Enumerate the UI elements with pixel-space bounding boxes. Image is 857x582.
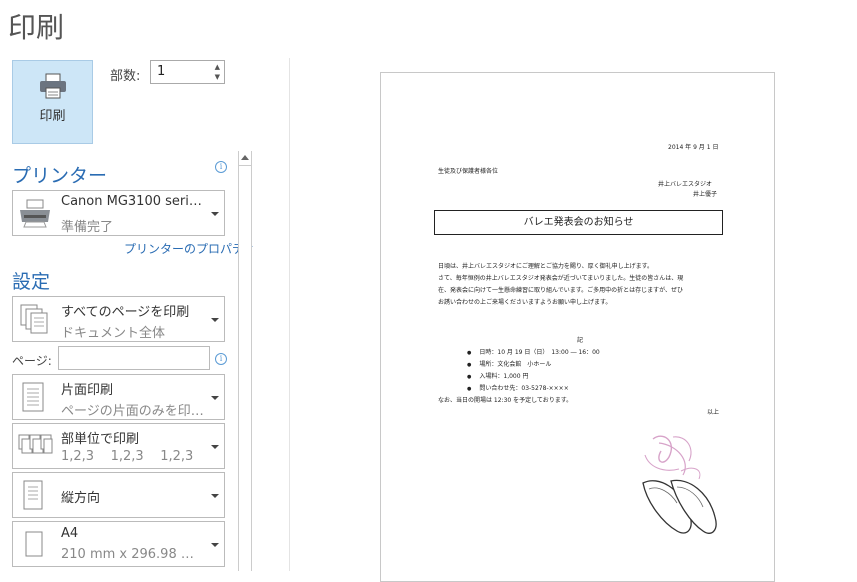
page-title: 印刷 [8, 11, 65, 44]
printer-name: Canon MG3100 serie… [61, 194, 206, 209]
one-sided-icon [22, 382, 44, 412]
info-icon[interactable]: i [215, 353, 227, 365]
printer-dropdown[interactable]: Canon MG3100 serie… 準備完了 [12, 190, 225, 236]
info-icon[interactable]: i [215, 161, 227, 173]
chevron-down-icon [211, 212, 219, 216]
printer-icon [39, 73, 66, 99]
panel-divider [289, 58, 290, 571]
sides-label: 片面印刷 [61, 383, 114, 398]
printer-status: 準備完了 [61, 220, 114, 235]
doc-list-item: 入場料：1,000 円 [467, 371, 528, 380]
doc-closing: 以上 [707, 409, 720, 416]
chevron-down-icon [211, 396, 219, 400]
scrollbar-track-line [239, 165, 251, 166]
settings-scrollbar[interactable] [238, 151, 252, 571]
doc-body-line: 在、発表会に向けて一生懸命練習に取り組んでいます。ご多用中の折とは存じますが、ぜ… [438, 287, 683, 294]
orientation-dropdown[interactable]: 縦方向 [12, 472, 225, 518]
doc-body-line: お誘い合わせの上ご来場くださいますようお願い申し上げます。 [438, 299, 612, 306]
paper-size-label: A4 [61, 526, 79, 541]
print-range-desc: ドキュメント全体 [61, 326, 166, 341]
doc-body-line: 日頃は、井上バレエスタジオにご理解とご協力を賜り、厚く御礼申し上げます。 [438, 263, 654, 270]
doc-body-line: さて、毎年恒例の井上バレエスタジオ発表会が近づいてまいりました。生徒の皆さんは、… [438, 275, 684, 282]
collation-dropdown[interactable]: 部単位で印刷 1,2,3 1,2,3 1,2,3 [12, 423, 225, 469]
print-range-label: すべてのページを印刷 [61, 305, 190, 320]
settings-section-title: 設定 [12, 271, 51, 293]
doc-heading: バレエ発表会のお知らせ [434, 210, 723, 235]
paper-size-dropdown[interactable]: A4 210 mm x 296.98 mm [12, 521, 225, 567]
doc-list-item: 日時：10 月 19 日（日） 13:00 ― 16：00 [467, 347, 599, 356]
sides-dropdown[interactable]: 片面印刷 ページの片面のみを印刷… [12, 374, 225, 420]
paper-size-desc: 210 mm x 296.98 mm [61, 547, 206, 562]
doc-ki: 記 [577, 337, 584, 344]
portrait-icon [23, 480, 43, 510]
orientation-label: 縦方向 [61, 491, 101, 506]
copies-stepper[interactable]: 1 ▲ ▼ [150, 60, 225, 84]
doc-sender-org: 井上バレエスタジオ [658, 181, 713, 188]
all-pages-icon [20, 304, 48, 334]
printer-properties-link[interactable]: プリンターのプロパティ [124, 240, 255, 257]
copies-value: 1 [157, 64, 166, 79]
chevron-down-icon [211, 318, 219, 322]
print-range-dropdown[interactable]: すべてのページを印刷 ドキュメント全体 [12, 296, 225, 342]
doc-note: なお、当日の開場は 12:30 を予定しております。 [438, 397, 573, 404]
doc-list-item: 場所：文化会館 小ホール [467, 359, 551, 368]
scroll-up-icon[interactable] [241, 155, 249, 160]
chevron-down-icon [211, 494, 219, 498]
doc-list-item: 問い合わせ先：03-5278-×××× [467, 383, 568, 392]
print-button-label: 印刷 [39, 109, 66, 124]
pages-label: ページ: [12, 354, 52, 368]
collation-desc: 1,2,3 1,2,3 1,2,3 [61, 449, 194, 464]
ballet-shoes-illustration [642, 435, 717, 534]
stepper-up-icon[interactable]: ▲ [215, 63, 220, 71]
doc-date: 2014 年 9 月 1 日 [668, 144, 719, 151]
paper-size-icon [25, 531, 43, 557]
doc-recipient: 生徒及び保護者様各位 [438, 168, 499, 175]
pages-input[interactable] [58, 346, 210, 370]
chevron-down-icon [211, 445, 219, 449]
copies-label: 部数: [110, 69, 141, 84]
doc-sender-name: 井上優子 [693, 191, 718, 198]
chevron-down-icon [211, 543, 219, 547]
print-preview-page: 2014 年 9 月 1 日 生徒及び保護者様各位 井上バレエスタジオ 井上優子… [380, 72, 775, 582]
collation-label: 部単位で印刷 [61, 432, 140, 447]
print-button[interactable]: 印刷 [12, 60, 93, 144]
printer-device-icon [20, 199, 50, 228]
stepper-down-icon[interactable]: ▼ [215, 73, 220, 81]
collate-icon [18, 434, 53, 454]
printer-section-title: プリンター [12, 165, 108, 187]
sides-desc: ページの片面のみを印刷… [61, 404, 206, 419]
